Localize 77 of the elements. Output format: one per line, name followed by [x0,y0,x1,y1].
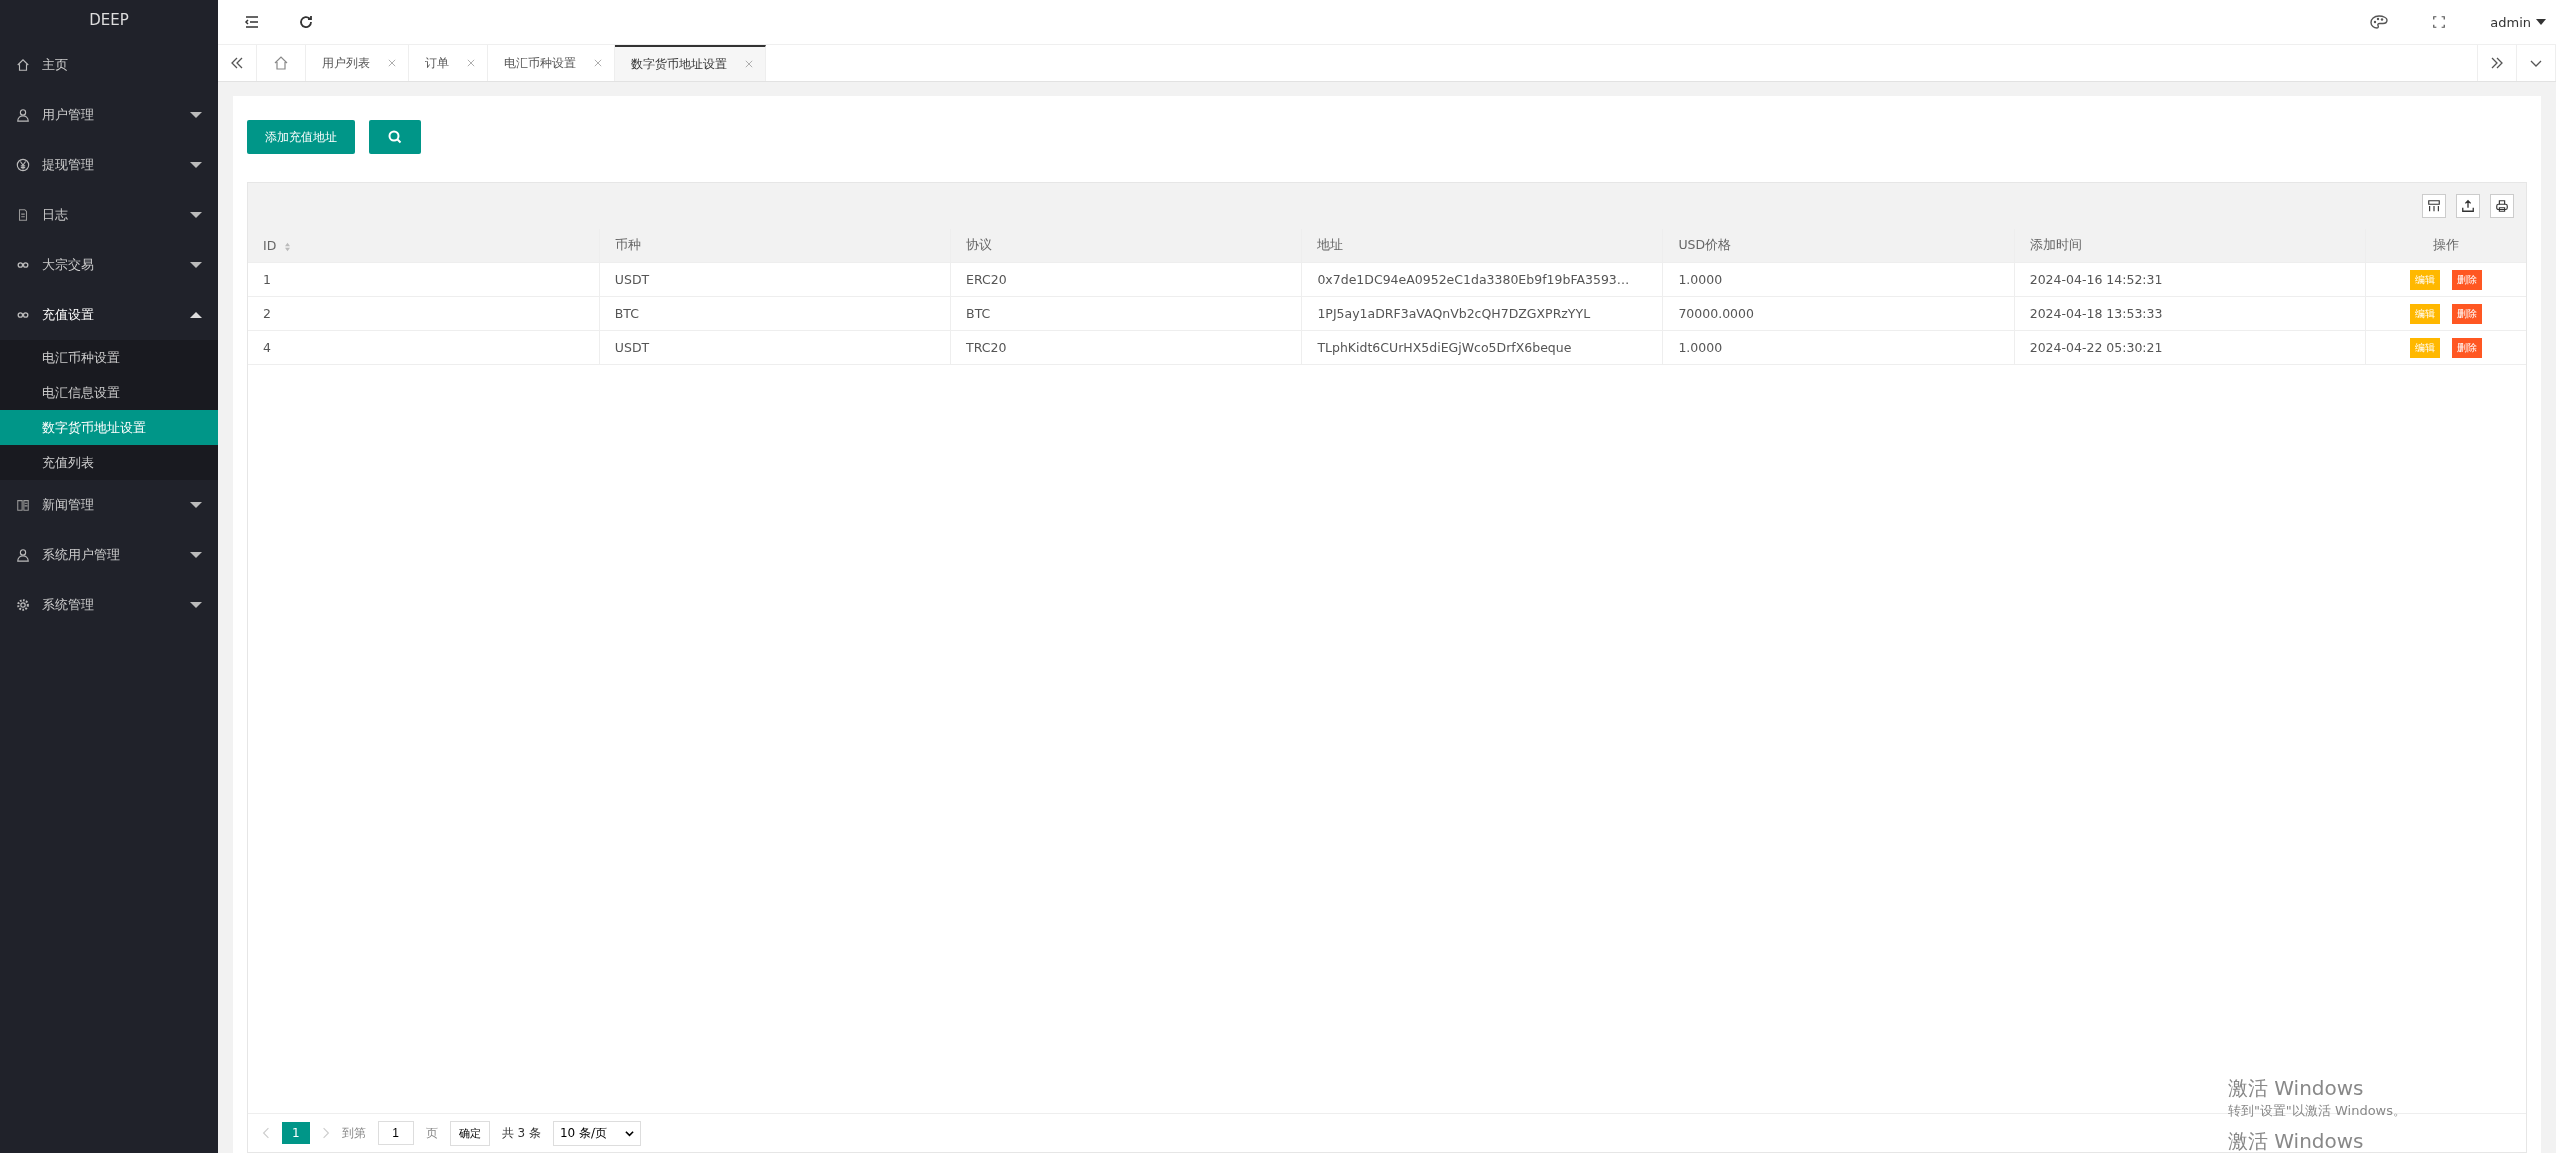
column-header: 币种 [599,229,951,263]
goto-label: 到第 [341,1124,366,1142]
table-cell: 2024-04-18 13:53:33 [2014,296,2366,331]
menu-item[interactable]: 系统用户管理 [0,530,218,580]
gear-icon [16,598,30,612]
page-tab[interactable]: 用户列表 [306,45,409,81]
current-page[interactable]: 1 [282,1122,310,1144]
submenu-item[interactable]: 电汇币种设置 [0,340,218,375]
fullscreen-icon[interactable] [2432,15,2447,29]
table-cell: 1.0000 [1662,330,2015,365]
palette-icon[interactable] [2370,14,2389,30]
print-button[interactable] [2490,194,2514,218]
menu-icon[interactable] [244,14,260,30]
activation-title: 激活 Windows [2227,1128,2365,1153]
user-icon [16,108,30,122]
table-cell: 2024-04-16 14:52:31 [2014,262,2366,297]
table-cell: USDT [599,262,951,297]
search-icon [387,129,403,145]
column-header: 协议 [950,229,1302,263]
menu-item[interactable]: 用户管理 [0,90,218,140]
column-header: 添加时间 [2014,229,2366,263]
table-cell: ERC20 [950,262,1302,297]
refresh-icon[interactable] [298,14,314,30]
document-icon [16,208,30,222]
logo-text: DEEP [88,10,130,31]
column-header: 操作 [2365,229,2526,263]
search-button[interactable] [369,120,421,154]
total-count: 共 3 条 [501,1124,541,1142]
yen-icon [16,158,30,172]
menu-item[interactable]: 主页 [0,40,218,90]
double-chevron-right-icon[interactable] [2489,55,2505,71]
table-cell: 0x7de1DC94eA0952eC1da3380Eb9f19bFA3593… [1301,262,1663,297]
column-header: 地址 [1301,229,1663,263]
news-icon [16,498,30,512]
house-icon [16,58,30,72]
menu-item[interactable]: 充值设置 [0,290,218,340]
menu-item[interactable]: 大宗交易 [0,240,218,290]
column-header: USD价格 [1662,229,2015,263]
page-tab[interactable]: 订单 [409,45,488,81]
submenu-item[interactable]: 电汇信息设置 [0,375,218,410]
table-cell: 1PJ5ay1aDRF3aVAQnVb2cQH7DZGXPRzYYL [1301,296,1663,331]
column-header[interactable]: ID [248,229,600,263]
activation-hint: 转到"设置"以激活 Windows。 [2227,1102,2406,1120]
table-cell: 2 [248,296,600,331]
page-unit-label: 页 [425,1124,438,1142]
columns-icon [2427,199,2441,213]
menu-item[interactable]: 系统管理 [0,580,218,630]
table-cell: BTC [950,296,1302,331]
submenu-item[interactable]: 数字货币地址设置 [0,410,218,445]
table-cell: 70000.0000 [1662,296,2015,331]
columns-button[interactable] [2422,194,2446,218]
table-cell: 1.0000 [1662,262,2015,297]
upload-icon [2461,199,2475,213]
printer-icon [2495,199,2509,213]
page-size-select[interactable]: 10 条/页 [552,1120,642,1146]
submenu-item[interactable]: 充值列表 [0,445,218,480]
home-icon[interactable] [273,55,289,71]
add-address-button[interactable]: 添加充值地址 [247,120,355,154]
user-menu[interactable]: admin [2490,14,2546,30]
page-tab[interactable]: 数字货币地址设置 [615,45,766,81]
table-cell: 1 [248,262,600,297]
menu-item[interactable]: 提现管理 [0,140,218,190]
page-input[interactable]: 1 [377,1121,414,1145]
export-button[interactable] [2456,194,2480,218]
double-chevron-left-icon[interactable] [229,55,245,71]
table-cell: TRC20 [950,330,1302,365]
table-cell: TLphKidt6CUrHX5diEGjWco5DrfX6beque [1301,330,1663,365]
table-cell: 4 [248,330,600,365]
confirm-button[interactable]: 确定 [449,1120,490,1146]
menu-item[interactable]: 日志 [0,190,218,240]
table-cell: BTC [599,296,951,331]
activation-title: 激活 Windows [2227,1075,2365,1102]
user-icon [16,548,30,562]
table-cell: 2024-04-22 05:30:21 [2014,330,2366,365]
chevron-down-icon [625,1128,635,1138]
menu-item[interactable]: 新闻管理 [0,480,218,530]
table-cell: USDT [599,330,951,365]
